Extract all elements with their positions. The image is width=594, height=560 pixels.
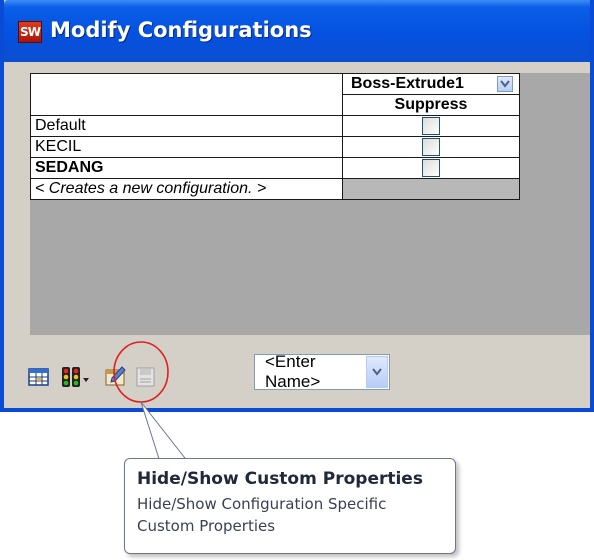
suppress-cell <box>342 157 520 179</box>
tooltip-description-line2: Custom Properties <box>137 517 276 535</box>
table-row: KECIL <box>30 136 520 158</box>
feature-column-header[interactable]: Boss-Extrude1 <box>342 73 520 95</box>
save-table-icon <box>136 367 155 387</box>
tooltip-title: Hide/Show Custom Properties <box>137 469 423 489</box>
suppress-checkbox-default[interactable] <box>422 116 440 135</box>
new-configuration-row[interactable]: < Creates a new configuration. > <box>30 178 343 200</box>
configurations-grid: Boss-Extrude1 Suppress Default KECIL SED… <box>30 73 590 335</box>
chevron-down-icon[interactable] <box>497 76 513 92</box>
solidworks-app-icon: SW <box>18 21 42 43</box>
tooltip: Hide/Show Custom Properties Hide/Show Co… <box>124 458 456 554</box>
config-name-kecil[interactable]: KECIL <box>30 136 343 158</box>
tooltip-description: Hide/Show Configuration Specific Custom … <box>137 493 443 537</box>
tooltip-description-line1: Hide/Show Configuration Specific <box>137 495 387 513</box>
suppress-cell <box>342 136 520 158</box>
table-row: < Creates a new configuration. > <box>30 178 520 200</box>
window-title: Modify Configurations <box>50 18 312 42</box>
table-corner <box>30 73 343 116</box>
title-bar[interactable]: SW Modify Configurations <box>4 0 590 62</box>
configuration-name-text: <Enter Name> <box>265 352 321 391</box>
suppress-checkbox-sedang[interactable] <box>422 158 440 177</box>
traffic-light-icon[interactable] <box>60 366 90 388</box>
new-row-empty-cell <box>342 178 520 200</box>
suppress-cell <box>342 115 520 137</box>
table-row: Default <box>30 115 520 137</box>
feature-column-label: Boss-Extrude1 <box>351 75 464 92</box>
chevron-down-icon[interactable] <box>366 356 388 388</box>
config-name-default[interactable]: Default <box>30 115 343 137</box>
configurations-table: Boss-Extrude1 Suppress Default KECIL SED… <box>30 73 520 200</box>
table-row: SEDANG <box>30 157 520 179</box>
config-name-sedang[interactable]: SEDANG <box>30 157 343 179</box>
table-view-icon[interactable] <box>28 366 50 388</box>
suppress-checkbox-kecil[interactable] <box>422 137 440 156</box>
modify-configurations-window: SW Modify Configurations Boss-Extrude1 S… <box>0 0 594 412</box>
custom-properties-icon[interactable] <box>104 364 128 388</box>
configuration-name-select[interactable]: <Enter Name> <box>254 352 390 391</box>
suppress-column-header: Suppress <box>342 94 520 116</box>
